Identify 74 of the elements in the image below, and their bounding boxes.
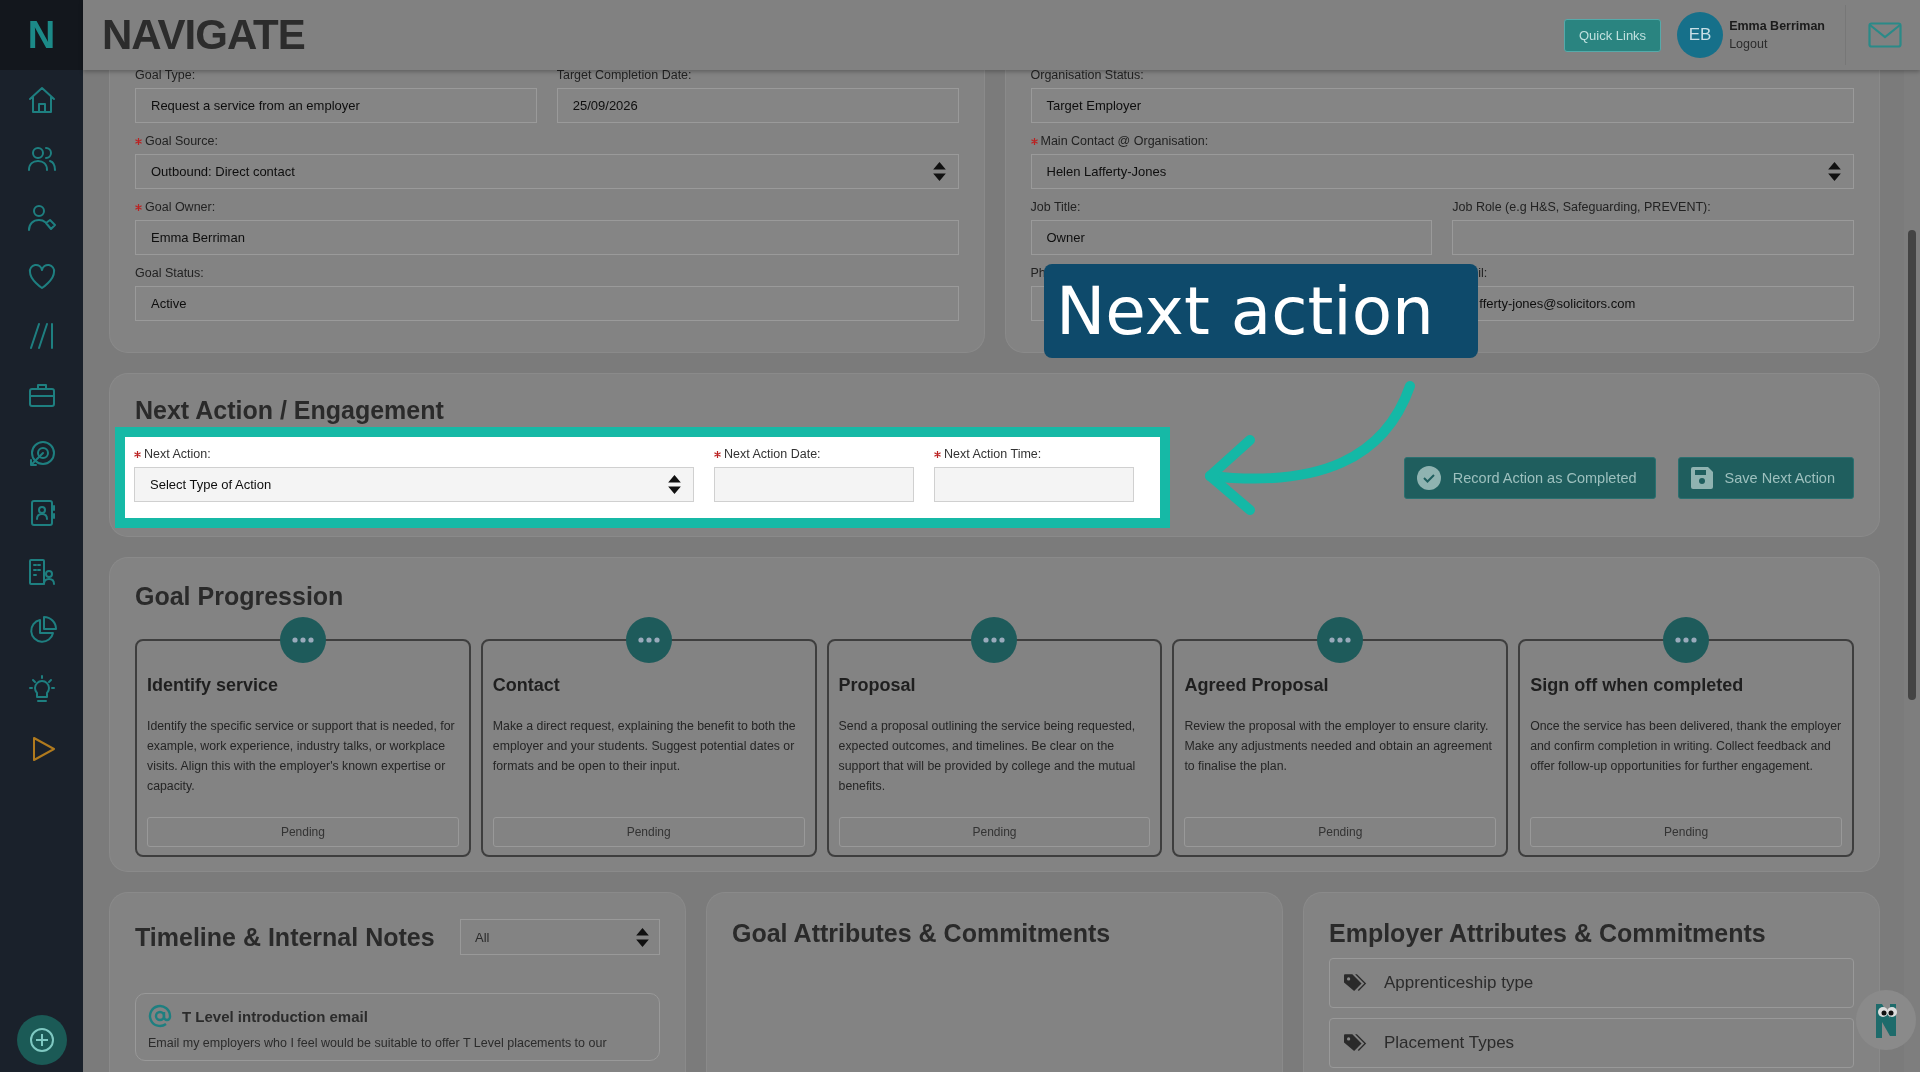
input-field[interactable]: Active xyxy=(135,286,959,321)
sort-caret-icon xyxy=(1828,162,1841,181)
note-title: T Level introduction email xyxy=(182,1007,368,1025)
select-field[interactable]: Outbound: Direct contact xyxy=(135,154,959,189)
sort-caret-icon xyxy=(668,475,681,494)
select-field[interactable]: Select Type of Action xyxy=(134,467,694,502)
sort-caret-icon xyxy=(932,162,946,181)
stage-description: Review the proposal with the employer to ensure clarity. Make any adjustments needed and obtain an agreement to finalise the plan. xyxy=(1184,718,1494,775)
status-field: Pending xyxy=(838,817,1151,847)
input-field[interactable]: Emma Berriman xyxy=(135,220,959,255)
more-icon[interactable] xyxy=(1317,617,1364,663)
status-field: Pending xyxy=(147,817,459,847)
stage-title: Identify service xyxy=(147,675,280,696)
more-icon[interactable] xyxy=(971,617,1018,663)
field-label: Target Completion Date: xyxy=(556,70,692,82)
input-field[interactable]: 25/09/2026 xyxy=(556,88,959,123)
stage-description: Send a proposal outlining the service being requested, expected outcomes, and timelines. Be clear on the support that will be provided by college and the mutual benefits. xyxy=(838,718,1137,795)
logo[interactable]: N xyxy=(0,0,83,70)
at-sign-icon xyxy=(148,1004,172,1028)
stage-title: Agreed Proposal xyxy=(1184,675,1330,696)
section-title: Next Action / Engagement xyxy=(135,396,445,425)
select-field[interactable]: Helen Lafferty-Jones xyxy=(1030,154,1854,189)
more-icon[interactable] xyxy=(279,617,326,663)
tags-icon xyxy=(1344,973,1368,993)
field-label: Job Role (e.g H&S, Safeguarding, PREVENT): xyxy=(1452,200,1711,214)
section-title: Goal Progression xyxy=(135,582,345,611)
attribute-item[interactable]: Apprenticeship type xyxy=(1329,958,1854,1008)
field-label: Goal Owner: xyxy=(145,200,216,214)
assistant-mascot-icon[interactable] xyxy=(1856,990,1916,1050)
section-title: Timeline & Internal Notes xyxy=(135,922,435,952)
filter-select[interactable]: All xyxy=(460,919,660,955)
field-label: Organisation Status: xyxy=(1030,70,1144,82)
field-label: Goal Source: xyxy=(145,134,218,148)
input-field[interactable] xyxy=(934,467,1134,502)
stage-title: Proposal xyxy=(838,675,917,696)
status-field: Pending xyxy=(1184,817,1497,847)
sort-caret-icon xyxy=(636,927,649,947)
stage-description: Make a direct request, explaining the benefit to both the employer and your students. Suggest potential dates or formats and be open to their input. xyxy=(492,718,797,775)
input-field[interactable]: Request a service from an employer xyxy=(135,88,537,123)
section-title: Goal Attributes & Commitments xyxy=(732,919,1112,948)
attribute-item[interactable]: Placement Types xyxy=(1329,1018,1854,1068)
field-label: Main Contact @ Organisation: xyxy=(1040,134,1209,148)
stage-title: Sign off when completed xyxy=(1530,675,1745,696)
more-icon[interactable] xyxy=(1663,617,1710,663)
logout-link[interactable]: Logout xyxy=(1729,37,1825,51)
quick-links-button[interactable]: Quick Links xyxy=(1563,18,1662,52)
field-label: Next Action: xyxy=(144,447,211,461)
field-label: Job Title: xyxy=(1030,200,1081,214)
stage-description: Once the service has been delivered, thank the employer and confirm completion in writing. Collect feedback and offer follow-up opportunities for further engagement. xyxy=(1530,718,1842,775)
field-label: Goal Status: xyxy=(135,266,204,280)
field-label: Goal Type: xyxy=(135,70,196,82)
more-icon[interactable] xyxy=(625,617,672,663)
tags-icon xyxy=(1344,1033,1368,1053)
stage-title: Contact xyxy=(492,675,561,696)
user-name: Emma Berriman xyxy=(1729,19,1825,33)
complete-button[interactable]: Record Action as Completed xyxy=(1403,456,1656,499)
callout-tooltip: Next action xyxy=(1044,264,1478,358)
field-label: il: xyxy=(1478,266,1488,280)
section-title: Employer Attributes & Commitments xyxy=(1329,919,1767,948)
status-field: Pending xyxy=(1530,817,1842,847)
logo[interactable]: NAVIGATE xyxy=(102,11,305,59)
input-field[interactable]: Owner xyxy=(1030,220,1433,255)
person-tag-icon[interactable] xyxy=(25,202,58,234)
field-label: Next Action Date: xyxy=(724,447,821,461)
input-field[interactable]: Target Employer xyxy=(1030,88,1854,123)
stage-description: Identify the specific service or support that is needed, for example, work experience, industry talks, or workplace visits. Align this with the employer's known expertise or capacity. xyxy=(147,718,456,795)
input-field[interactable] xyxy=(714,467,914,502)
check-circle-icon xyxy=(1416,465,1441,490)
save-button[interactable]: Save Next Action xyxy=(1677,456,1854,499)
field-label: Next Action Time: xyxy=(944,447,1042,461)
status-field: Pending xyxy=(492,817,805,847)
note-text: Email my employers who I feel would be suitable to offer T Level placements to our xyxy=(148,1036,608,1050)
add-icon[interactable] xyxy=(16,1015,67,1065)
avatar[interactable]: EB xyxy=(1677,12,1724,58)
